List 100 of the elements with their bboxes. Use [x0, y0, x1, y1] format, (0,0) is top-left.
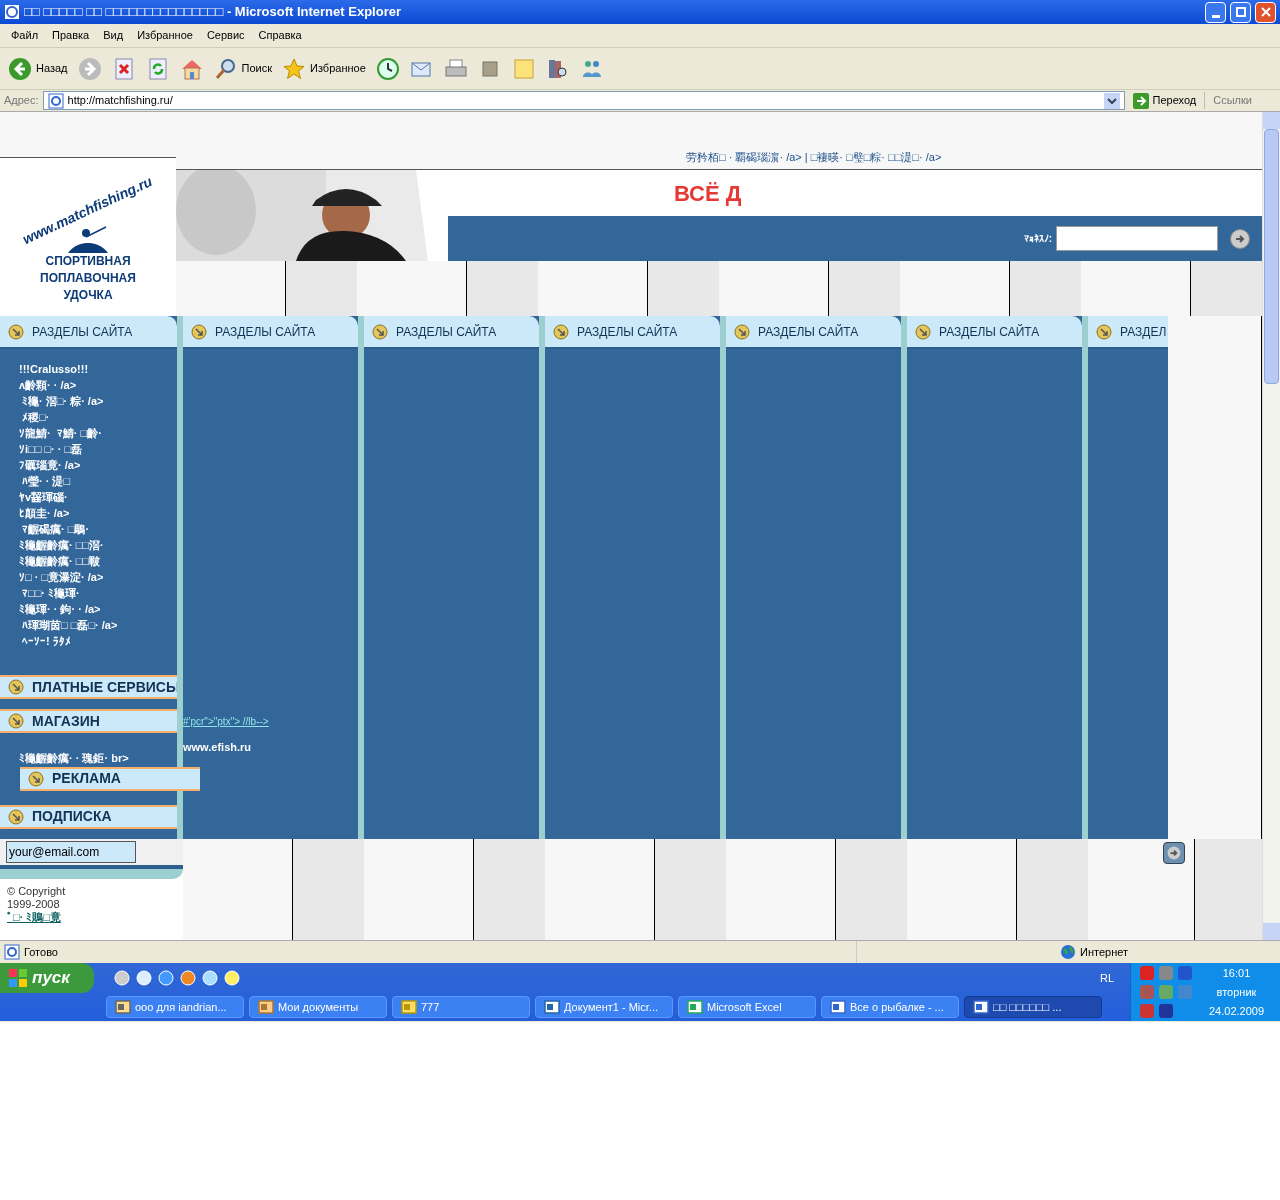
arrow-right-icon [1234, 232, 1246, 245]
sidebar-link[interactable]: ﾌ礪瑙竟· /a> [19, 457, 177, 473]
quick-launch-icon[interactable] [180, 970, 196, 986]
taskbar-button[interactable]: Мои документы [249, 996, 387, 1018]
links-label[interactable]: Ссылки [1204, 92, 1260, 109]
column-header: РАЗДЕЛ [1088, 316, 1168, 349]
scrollbar[interactable] [1262, 112, 1280, 940]
shop-bar[interactable]: МАГАЗИН [0, 709, 177, 733]
column-header: РАЗДЕЛЫ САЙТА [545, 316, 720, 349]
clock-day: вторник [1216, 982, 1257, 1002]
start-button[interactable]: пуск [0, 963, 94, 993]
subscribe-bar[interactable]: ПОДПИСКА [0, 804, 177, 829]
top-links[interactable]: 劳矜栢□ · 覇碣瑙濵· /a> | □褄暎· □璧□粽· □□湜□· /a> [686, 148, 942, 165]
sidebar-link[interactable]: !!!Cralusso!!! [19, 361, 177, 377]
document-icon [687, 999, 703, 1015]
windows-logo-icon [8, 968, 28, 988]
taskbar-button[interactable]: □□ □□□□□□ ... [964, 996, 1102, 1018]
sidebar-link[interactable]: ʌ齡顆· · /a> [19, 377, 177, 393]
arrow-circle-icon [1096, 323, 1112, 340]
go-arrow-icon [1132, 92, 1149, 109]
quick-launch-icon[interactable] [202, 970, 218, 986]
arrow-circle-icon [915, 323, 931, 340]
taskbar-button[interactable]: Microsoft Excel [678, 996, 816, 1018]
arrow-circle-icon [8, 713, 24, 729]
sidebar-link[interactable]: ﾏ□□· ﾐ龝琿· [19, 585, 177, 601]
sidebar-link[interactable]: ﾐ龝齷齡癘· · 瑰鉅· br> [0, 750, 177, 767]
note-icon [511, 56, 536, 81]
menu-item[interactable]: Справка [251, 27, 309, 44]
sidebar-link[interactable]: ｿi□□ □· · □磊 [19, 441, 177, 457]
column-header: РАЗДЕЛЫ САЙТА [364, 316, 539, 349]
sidebar-link[interactable]: ﾐ龝齷齡癘· □□皸 [19, 553, 177, 569]
sidebar-link[interactable]: ﾐ龝齷齡癘· □□滘· [19, 537, 177, 553]
sidebar-link[interactable]: ｿ龍鯖· ﾏ鯖· □齡· [19, 425, 177, 441]
search-icon [213, 56, 238, 81]
column-header: РАЗДЕЛЫ САЙТА [183, 316, 358, 349]
minimize-button[interactable] [1205, 1, 1226, 23]
script-link[interactable]: #'pcr">"ptx"> //lb--> [183, 714, 358, 729]
menu-item[interactable]: Сервис [199, 27, 252, 44]
tray-icon[interactable] [1139, 965, 1155, 981]
sidebar-link[interactable]: ﾒ稷□· [19, 409, 177, 425]
taskbar-button[interactable]: ooo для iandrian... [106, 996, 244, 1018]
menu-item[interactable]: Избранное [130, 27, 200, 44]
search-label: ﾏｮﾈｽﾉ: [1023, 232, 1052, 246]
sidebar-link[interactable]: ﾊ琿瑚茵□ □磊□· /a> [19, 617, 177, 633]
clock-date: 24.02.2009 [1208, 1003, 1265, 1019]
quick-launch-icon[interactable] [136, 970, 152, 986]
subscribe-button[interactable] [1163, 842, 1185, 864]
tray-icon[interactable] [1158, 1003, 1174, 1019]
column-header: РАЗДЕЛЫ САЙТА [907, 316, 1082, 349]
toolbar-button[interactable]: Избранное [282, 52, 366, 85]
search-field[interactable] [1056, 226, 1218, 251]
page-icon [4, 944, 20, 960]
maximize-button[interactable] [1230, 1, 1251, 23]
search-button[interactable] [1230, 228, 1250, 249]
sidebar-link[interactable]: ﾐ龝· 滘□· 粽· /a> [19, 393, 177, 409]
tray-icon[interactable] [1177, 965, 1193, 981]
zone-text: Интернет [1080, 944, 1129, 960]
address-field[interactable]: http://matchfishing.ru/ [42, 91, 1125, 110]
taskbar-button[interactable]: Документ1 - Micr... [535, 996, 673, 1018]
window-title: □□ □□□□□ □□ □□□□□□□□□□□□□□□ - Microsoft Internet Explorer [24, 3, 401, 22]
dropdown-icon [1103, 92, 1120, 109]
document-icon [973, 999, 989, 1015]
tray-icon[interactable] [1139, 984, 1155, 1000]
language-indicator[interactable]: RL [1099, 969, 1130, 987]
site-link-text: www.efish.ru [183, 740, 253, 755]
sidebar-link[interactable]: ﾊ瑩· · 湜□ [19, 473, 177, 489]
quick-launch-icon[interactable] [114, 970, 130, 986]
sidebar-link[interactable]: ﾔv齧琿碯· [19, 489, 177, 505]
banner-text: ВСЁ Д [674, 179, 742, 208]
clock-time: 16:01 [1222, 965, 1251, 981]
menu-item[interactable]: Файл [4, 27, 46, 44]
tray-icon[interactable] [1139, 1003, 1155, 1019]
arrow-circle-icon [734, 323, 750, 340]
arrow-circle-icon [553, 323, 569, 340]
quick-launch-icon[interactable] [158, 970, 174, 986]
document-icon [544, 999, 560, 1015]
browser-icon [4, 4, 20, 20]
copyright-text: 1999-2008 [7, 898, 61, 911]
menu-item[interactable]: Правка [45, 27, 97, 44]
column-header: РАЗДЕЛЫ САЙТА [0, 316, 177, 349]
toolbar-button[interactable]: Поиск [213, 52, 272, 85]
sidebar-link[interactable]: ﾋ顛圭· /a> [19, 505, 177, 521]
ads-bar[interactable]: РЕКЛАМА [20, 766, 200, 791]
go-button[interactable]: Переход [1128, 92, 1201, 109]
taskbar-button[interactable]: Все о рыбалке - ... [821, 996, 959, 1018]
close-button[interactable] [1255, 1, 1276, 23]
status-text: Готово [24, 944, 58, 960]
page-icon [47, 92, 64, 109]
toolbar-button[interactable]: Назад [8, 52, 68, 85]
sidebar-link[interactable]: ﾏ齷碣癘· □鵰· [19, 521, 177, 537]
arrow-circle-icon [8, 323, 24, 340]
copyright-link[interactable]: ﾞ□· ﾐ鵙□竟 [7, 911, 183, 924]
sidebar-link[interactable]: ﾍｰｿｰ! ﾗﾀﾒ [19, 633, 177, 649]
globe-icon [1060, 944, 1076, 960]
email-field[interactable]: your@email.com [6, 841, 136, 863]
quick-launch-icon[interactable] [224, 970, 240, 986]
menu-item[interactable]: Вид [96, 27, 131, 44]
sidebar-link[interactable]: ｿ□ · □竟瀑淀· /a> [19, 569, 177, 585]
sidebar-link[interactable]: ﾐ龝琿· · 鉤· · /a> [19, 601, 177, 617]
taskbar-button[interactable]: 777 [392, 996, 530, 1018]
